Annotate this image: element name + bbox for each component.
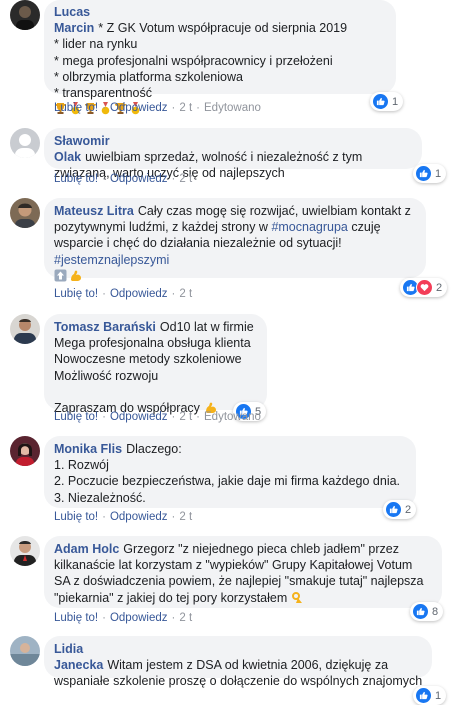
comment-author[interactable]: Lucas Marcin [54,5,94,35]
reply-link[interactable]: Odpowiedz [110,612,168,624]
reply-link[interactable]: Odpowiedz [110,173,168,185]
comment-text: Cały czas mogę się rozwijać, uwielbiam k… [137,204,411,218]
comment-text: "piekarnia" z jakiej do tej pory korzyst… [54,590,288,605]
love-reaction-icon [416,279,433,296]
reaction-summary[interactable]: 2 [400,278,448,297]
reply-link[interactable]: Odpowiedz [110,411,168,423]
like-link[interactable]: Lubię to! [54,511,98,523]
comment-text: * Z GK Votum współpracuje od sierpnia 20… [98,21,348,36]
comment-bubble: Sławomir Olak uwielbiam sprzedaż, wolność… [44,128,422,180]
comment-actions: Lubię to! · Odpowiedz · 2 t [54,288,193,300]
comment-time[interactable]: 2 t [179,173,192,185]
comment-text: 2. Poczucie bezpieczeństwa, jakie daje m… [54,474,401,489]
comment-bubble: Monika Flis Dlaczego: 1. Rozwój 2. Poczuc… [44,436,416,508]
like-reaction-icon [415,165,432,182]
comment-actions: Lubię to! · Odpowiedz · 2 t [54,612,193,624]
comment-time[interactable]: 2 t [179,411,192,423]
comment-text: Mega profesjonalna obsługa klienta [54,336,251,351]
comment-author[interactable]: Tomasz Barański [54,320,156,334]
hashtag-link[interactable]: #jestemznajlepszymi [54,252,414,268]
comment-text: wspaniałe szkolenie proszę o dołączenie … [54,674,423,689]
avatar[interactable] [10,636,40,666]
avatar[interactable] [10,536,40,566]
comment-bubble: Tomasz Barański Od10 lat w firmie Mega pr… [44,314,267,415]
like-link[interactable]: Lubię to! [54,612,98,624]
comment-text: * lider na rynku [54,37,138,52]
reply-link[interactable]: Odpowiedz [110,102,168,114]
comment-time[interactable]: 2 t [179,511,192,523]
comment-actions: Lubię to! · Odpowiedz · 2 t [54,173,193,185]
comment-time[interactable]: 2 t [179,288,192,300]
up-arrow-icon [54,269,67,282]
avatar[interactable] [10,0,40,30]
comment-bubble: Adam Holc Grzegorz "z niejednego pieca ch… [44,536,442,608]
comment-time[interactable]: 2 t [179,102,192,114]
avatar[interactable] [10,128,40,158]
like-link[interactable]: Lubię to! [54,102,98,114]
comment-text: kilkanaście lat korzystam z "wypieków" G… [54,558,413,573]
like-reaction-icon [385,501,402,518]
reply-link[interactable]: Odpowiedz [110,511,168,523]
comment-text: wsparcie i chęć do działania niezależnie… [54,236,342,251]
reaction-summary[interactable]: 1 [413,164,447,183]
reaction-count: 2 [436,281,443,294]
comment-author[interactable]: Mateusz Litra [54,204,134,218]
comment-author[interactable]: Lidia Janecka [54,642,103,672]
comment-text: 3. Niezależność. [54,490,146,505]
comment-text: uwielbiam sprzedaż, wolność i niezależno… [85,150,363,165]
flexed-biceps-icon [71,270,81,281]
reaction-count: 2 [405,503,412,516]
comment-text: * olbrzymia platforma szkoleniowa [54,69,243,84]
comment-text: Witam jestem z DSA od kwietnia 2006, dzi… [107,658,389,673]
comment-author[interactable]: Adam Holc [54,542,119,556]
reaction-count: 1 [392,95,399,108]
hashtag-link[interactable]: #mocnagrupa [271,220,347,234]
like-reaction-icon [415,687,432,704]
reaction-summary[interactable]: 1 [413,686,447,705]
comment-text: Grzegorz "z niejednego pieca chleb jadłe… [123,542,399,556]
comment-text: * mega profesjonalni współpracownicy i p… [54,53,333,68]
comment-text: 1. Rozwój [54,458,109,473]
reply-link[interactable]: Odpowiedz [110,288,168,300]
comment-bubble: Lidia Janecka Witam jestem z DSA od kwiet… [44,636,432,688]
like-reaction-icon [412,603,429,620]
edited-label[interactable]: Edytowano [204,102,261,114]
like-reaction-icon [372,93,389,110]
comment-time[interactable]: 2 t [179,612,192,624]
reaction-count: 1 [435,167,442,180]
comment-text [54,384,255,400]
avatar[interactable] [10,436,40,466]
comment-text: * transparentność [54,86,152,101]
emoji-row [54,269,414,282]
comment-text: Możliwość rozwoju [54,368,159,383]
ok-hand-icon [292,592,303,604]
comment-actions: Lubię to! · Odpowiedz · 2 t [54,511,193,523]
avatar[interactable] [10,198,40,228]
avatar[interactable] [10,314,40,344]
comment-text: Nowoczesne metody szkoleniowe [54,352,242,367]
reaction-summary[interactable]: 8 [410,602,444,621]
reaction-summary[interactable]: 1 [370,92,404,111]
comment-actions: Lubię to! · Odpowiedz · 2 t · Edytowano [54,102,261,114]
comment-text: czuję [347,220,381,235]
reaction-count: 8 [432,605,439,618]
like-link[interactable]: Lubię to! [54,288,98,300]
edited-label[interactable]: Edytowano [204,411,261,423]
comment-text: pozytywnymi ludźmi, z każdej strony w [54,220,268,235]
comment-bubble: Lucas Marcin * Z GK Votum współpracuje od… [44,0,396,115]
like-link[interactable]: Lubię to! [54,173,98,185]
comment-actions: Lubię to! · Odpowiedz · 2 t · Edytowano [54,411,261,423]
comment-text: SA z doświadczenia powiem, że najlepiej … [54,574,424,589]
reaction-summary[interactable]: 2 [383,500,417,519]
comment-bubble: Mateusz Litra Cały czas mogę się rozwijać… [44,198,426,282]
comment-text: Dlaczego: [126,442,182,456]
like-link[interactable]: Lubię to! [54,411,98,423]
comment-author[interactable]: Monika Flis [54,442,122,456]
comment-text: Od10 lat w firmie [159,320,254,334]
